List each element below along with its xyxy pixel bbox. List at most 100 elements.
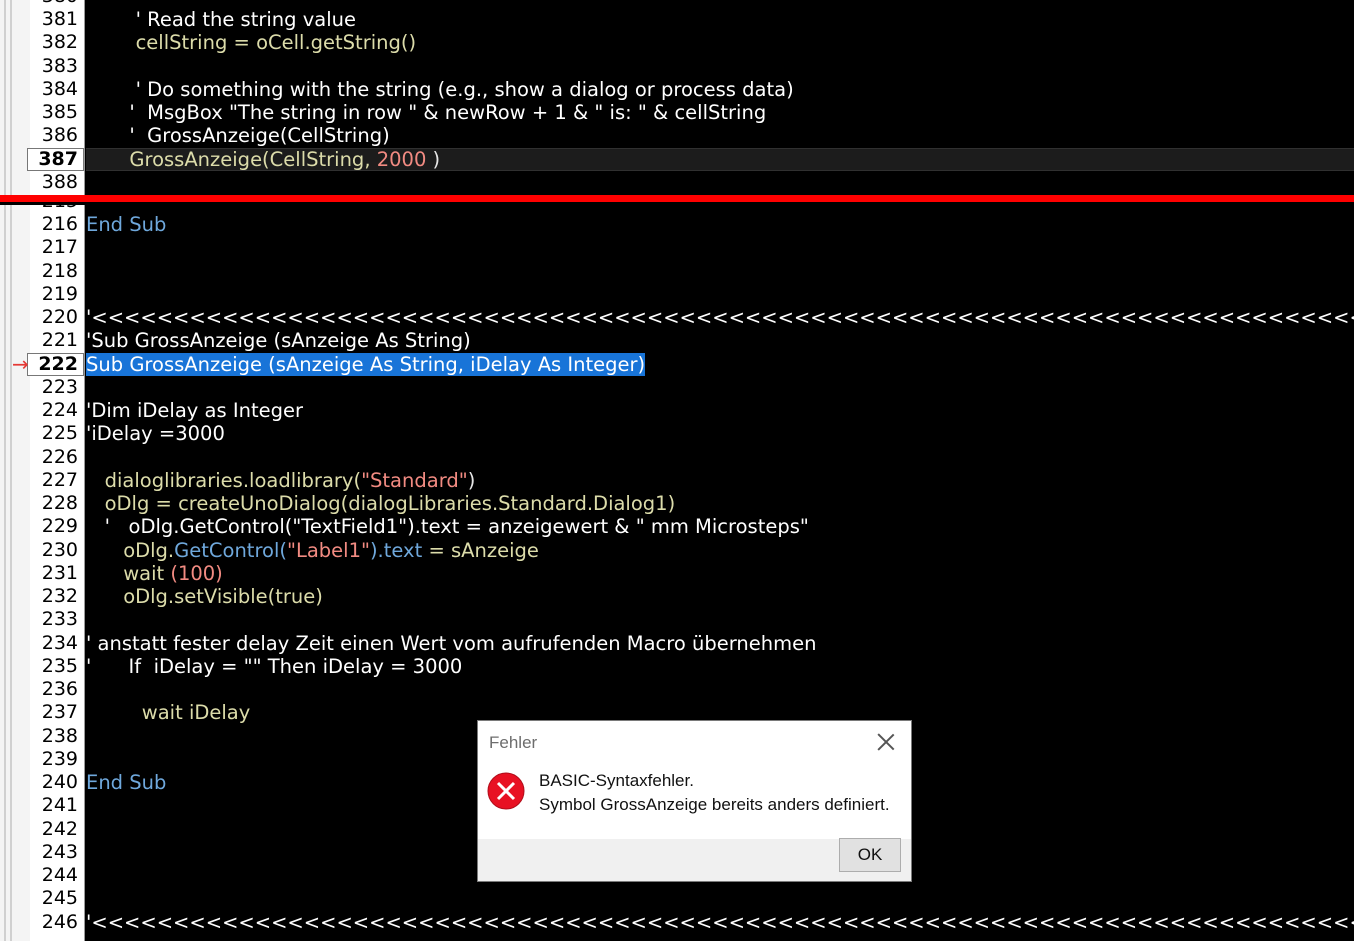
code-line[interactable]: 225 'iDelay =3000 (0, 422, 1354, 445)
code-line[interactable]: 221 'Sub GrossAnzeige (sAnzeige As String… (0, 329, 1354, 352)
code-text: Sub GrossAnzeige (sAnzeige As String, iD… (86, 352, 646, 376)
code-token: 'iDelay =3000 (86, 422, 225, 446)
code-text: 'Sub GrossAnzeige (sAnzeige As String) (86, 329, 471, 352)
code-line[interactable]: 236 (0, 678, 1354, 701)
line-number: 242 (41, 817, 78, 840)
code-line[interactable]: 235 ' If iDelay = "" Then iDelay = 3000 (0, 655, 1354, 678)
code-text: 'iDelay =3000 (86, 422, 225, 445)
code-line[interactable]: 231 wait (100) (0, 562, 1354, 585)
code-token: "Label1" (287, 538, 370, 562)
line-number: 238 (41, 724, 78, 747)
code-line[interactable]: 386 ' GrossAnzeige(CellString) (0, 124, 1354, 147)
code-line[interactable]: 232 oDlg.setVisible(true) (0, 585, 1354, 608)
code-token: ) (467, 468, 476, 492)
code-line[interactable]: 384 ' Do something with the string (e.g.… (0, 78, 1354, 101)
code-token: ' If iDelay = "" Then iDelay = 3000 (86, 654, 463, 678)
code-token: wait (86, 561, 171, 585)
code-line[interactable]: 217 (0, 236, 1354, 259)
code-line[interactable]: 246 '<<<<<<<<<<<<<<<<<<<<<<<<<<<<<<<<<<<<… (0, 911, 1354, 934)
code-line[interactable]: 388 (0, 171, 1354, 194)
code-line[interactable]: 230 oDlg.GetControl("Label1").text = sAn… (0, 539, 1354, 562)
code-line[interactable]: → 222 Sub GrossAnzeige (sAnzeige As String… (0, 351, 1354, 376)
code-line[interactable]: 219 (0, 283, 1354, 306)
line-number: 387 (38, 147, 78, 170)
line-number: 231 (41, 561, 78, 584)
editor-pane-top[interactable]: 380381 ' Read the string value382 cellSt… (0, 0, 1354, 195)
line-number: 221 (41, 329, 78, 352)
error-message-detail: Symbol GrossAnzeige bereits anders defin… (539, 795, 890, 814)
code-line[interactable]: 220 '<<<<<<<<<<<<<<<<<<<<<<<<<<<<<<<<<<<<… (0, 306, 1354, 329)
line-number: 237 (41, 701, 78, 724)
line-number: 241 (41, 794, 78, 817)
line-number: 229 (41, 515, 78, 538)
code-line[interactable]: 216 End Sub (0, 213, 1354, 236)
code-token: ' GrossAnzeige(CellString) (86, 124, 390, 148)
error-message-title: BASIC-Syntaxfehler. (539, 771, 694, 790)
line-number: 218 (41, 259, 78, 282)
code-token: cellString = oCell.getString() (86, 31, 417, 55)
line-number: 239 (41, 747, 78, 770)
code-line[interactable]: 228 oDlg = createUnoDialog(dialogLibrari… (0, 492, 1354, 515)
code-token: End Sub (86, 771, 167, 794)
code-line[interactable]: 387 GrossAnzeige(CellString, 2000 ) (0, 147, 1354, 171)
line-number: 220 (41, 306, 78, 328)
code-token: oDlg. (86, 538, 175, 562)
dialog-body: BASIC-Syntaxfehler. Symbol GrossAnzeige … (478, 763, 911, 839)
code-token: ' Do something with the string (e.g., sh… (86, 77, 794, 101)
line-number: 245 (41, 887, 78, 910)
code-token: oDlg.setVisible(true) (86, 585, 323, 608)
code-token: Sub GrossAnzeige (sAnzeige As String, iD… (86, 352, 646, 376)
code-token: ) (426, 147, 441, 171)
code-text: wait iDelay (86, 701, 251, 724)
line-number: 219 (41, 282, 78, 305)
line-number: 227 (41, 468, 78, 491)
code-line[interactable]: 383 (0, 55, 1354, 78)
line-number: 226 (41, 445, 78, 468)
code-line-partial: 380 (0, 0, 1354, 8)
code-line[interactable]: 385 ' MsgBox "The string in row " & newR… (0, 101, 1354, 124)
code-token: ' MsgBox "The string in row " & newRow +… (86, 101, 767, 124)
code-text: ' Do something with the string (e.g., sh… (86, 78, 794, 101)
line-number: 228 (41, 492, 78, 514)
code-token: (100) (170, 561, 223, 585)
line-number: 234 (41, 631, 78, 654)
close-icon[interactable] (875, 731, 897, 753)
line-number: 222 (38, 352, 78, 375)
line-number: 243 (41, 840, 78, 863)
code-token: ' Read the string value (86, 8, 356, 31)
code-line[interactable]: 223 (0, 376, 1354, 399)
code-line[interactable]: 382 cellString = oCell.getString() (0, 31, 1354, 54)
code-token: 'Sub GrossAnzeige (sAnzeige As String) (86, 329, 471, 353)
code-line[interactable]: 234 ' anstatt fester delay Zeit einen Wer… (0, 632, 1354, 655)
code-line[interactable]: 218 (0, 260, 1354, 283)
code-token: 'Dim iDelay as Integer (86, 399, 303, 422)
code-token: = sAnzeige (422, 538, 539, 562)
line-number: 232 (41, 585, 78, 607)
line-number: 216 (41, 213, 78, 235)
code-line[interactable]: 227 dialoglibraries.loadlibrary("Standar… (0, 469, 1354, 492)
line-number: 240 (41, 771, 78, 793)
ok-button[interactable]: OK (839, 838, 901, 872)
line-number: 385 (41, 101, 78, 123)
error-icon (487, 772, 525, 810)
code-token: GetControl( (174, 538, 287, 562)
code-line[interactable]: 229 ' oDlg.GetControl("TextField1").text… (0, 515, 1354, 538)
code-line[interactable]: 245 (0, 887, 1354, 910)
code-text: GrossAnzeige(CellString, 2000 ) (86, 148, 440, 171)
code-line[interactable]: 233 (0, 608, 1354, 631)
code-token: "Standard" (361, 468, 468, 492)
error-dialog: Fehler BASIC-Syntaxfehler. Symbol GrossA… (477, 720, 912, 882)
line-number: 246 (41, 910, 78, 933)
code-text: ' If iDelay = "" Then iDelay = 3000 (86, 655, 462, 678)
code-text: ' GrossAnzeige(CellString) (86, 124, 390, 148)
line-number: 384 (41, 77, 78, 100)
code-line[interactable]: 224 'Dim iDelay as Integer (0, 399, 1354, 422)
code-token: dialoglibraries.loadlibrary( (86, 468, 362, 492)
code-text: 'Dim iDelay as Integer (86, 399, 303, 422)
code-line[interactable]: 226 (0, 446, 1354, 469)
code-text: ' Read the string value (86, 8, 356, 31)
split-divider[interactable] (0, 195, 1354, 205)
code-line[interactable]: 381 ' Read the string value (0, 8, 1354, 31)
code-token: ' oDlg.GetControl("TextField1").text = a… (86, 515, 809, 539)
error-arrow-icon: → (12, 351, 29, 376)
